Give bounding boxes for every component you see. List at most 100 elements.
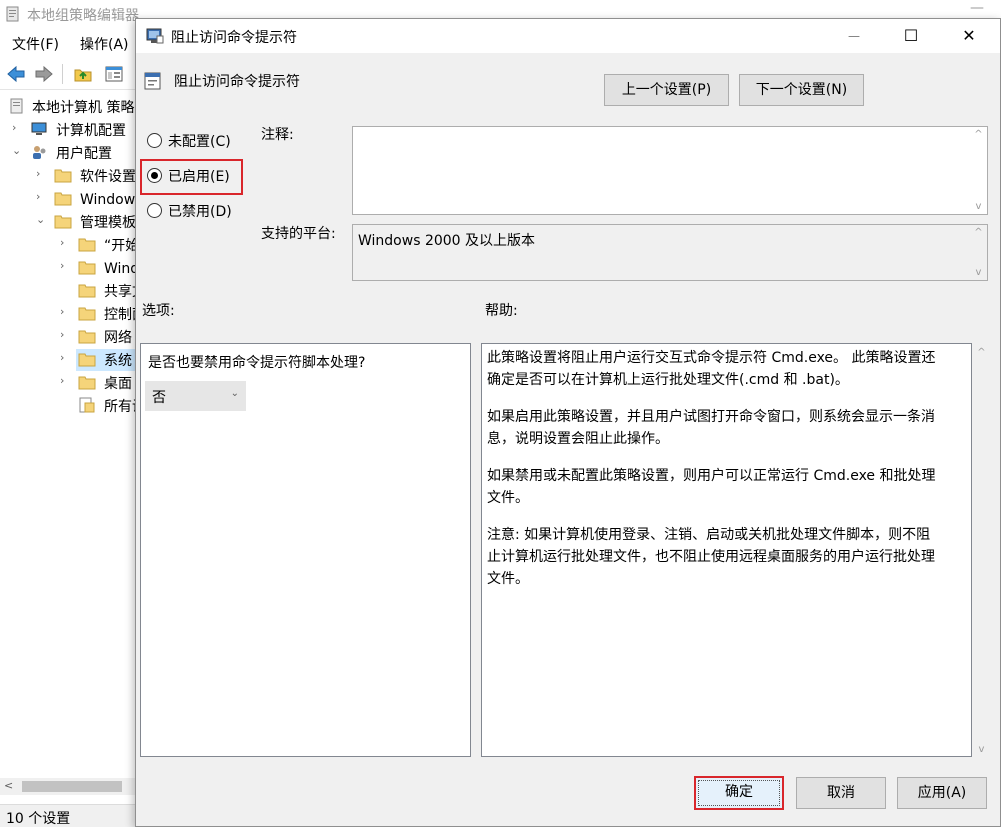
chevron-right-icon[interactable]: › bbox=[60, 351, 72, 364]
help-line: 文件。 bbox=[487, 490, 529, 506]
back-arrow-icon[interactable] bbox=[6, 64, 26, 84]
setting-name: 阻止访问命令提示符 bbox=[174, 74, 300, 90]
chevron-right-icon[interactable]: › bbox=[60, 236, 72, 249]
tree-label: 桌面 bbox=[104, 376, 132, 392]
scrollbar-thumb[interactable] bbox=[22, 781, 122, 792]
previous-setting-button[interactable]: 上一个设置(P) bbox=[604, 74, 729, 106]
up-folder-icon[interactable] bbox=[73, 64, 93, 84]
chevron-down-icon[interactable]: ⌄ bbox=[36, 213, 48, 226]
scroll-down-icon[interactable]: v bbox=[970, 267, 987, 278]
help-line: 息，说明设置会阻止此操作。 bbox=[487, 431, 669, 447]
radio-disabled[interactable]: 已禁用(D) bbox=[147, 200, 247, 222]
tree-item-desktop[interactable]: › 桌面 bbox=[0, 372, 136, 394]
status-text: 10 个设置 bbox=[6, 811, 71, 827]
tree-item-all-settings[interactable]: 所有设置 bbox=[0, 395, 136, 417]
tree-item-windows-components[interactable]: › Windows 组件 bbox=[0, 257, 136, 279]
tree-item-start-menu[interactable]: › “开始”菜单和任务栏 bbox=[0, 234, 136, 256]
tree-item-system[interactable]: › 系统 bbox=[0, 349, 136, 371]
forward-arrow-icon[interactable] bbox=[34, 64, 54, 84]
chevron-right-icon[interactable]: › bbox=[60, 328, 72, 341]
radio-enabled[interactable]: 已启用(E) bbox=[147, 165, 239, 187]
tree-item-admin-templates[interactable]: ⌄ 管理模板 bbox=[0, 211, 136, 233]
chevron-right-icon[interactable]: › bbox=[60, 374, 72, 387]
tree-label: “开始”菜单和任务栏 bbox=[104, 238, 136, 254]
comment-label: 注释: bbox=[261, 127, 294, 143]
tree-item-user-config[interactable]: ⌄ 用户配置 bbox=[0, 142, 136, 164]
tree-item-control-panel[interactable]: › 控制面板 bbox=[0, 303, 136, 325]
policy-document-icon bbox=[10, 98, 23, 114]
supported-platform-value: Windows 2000 及以上版本 bbox=[358, 233, 536, 249]
editor-title: 本地组策略编辑器 bbox=[27, 8, 139, 24]
radio-selected-dot bbox=[151, 172, 158, 179]
scroll-left-icon[interactable]: < bbox=[4, 779, 13, 792]
radio-label: 已启用(E) bbox=[168, 169, 230, 185]
tree-label: 用户配置 bbox=[56, 146, 112, 162]
tree-item-network[interactable]: › 网络 bbox=[0, 326, 136, 348]
menu-action[interactable]: 操作(A) bbox=[80, 34, 129, 54]
help-line: 如果启用此策略设置，并且用户试图打开命令窗口，则系统会显示一条消 bbox=[487, 409, 935, 425]
radio-not-configured[interactable]: 未配置(C) bbox=[147, 130, 247, 152]
chevron-right-icon[interactable]: › bbox=[60, 305, 72, 318]
show-hide-tree-icon[interactable] bbox=[104, 64, 124, 84]
policy-setting-icon bbox=[146, 28, 164, 44]
maximize-button[interactable]: ☐ bbox=[888, 19, 934, 53]
chevron-right-icon[interactable]: › bbox=[36, 167, 48, 180]
help-line: 确定是否可以在计算机上运行批处理文件(.cmd 和 .bat)。 bbox=[487, 372, 849, 388]
tree-label: 计算机配置 bbox=[56, 123, 126, 139]
users-icon bbox=[33, 146, 46, 159]
tree-item-computer-config[interactable]: › 计算机配置 bbox=[0, 119, 136, 141]
computer-icon bbox=[31, 122, 47, 135]
tree-label: 所有设置 bbox=[104, 399, 136, 415]
chevron-down-icon[interactable]: ⌄ bbox=[231, 388, 239, 399]
help-label: 帮助: bbox=[485, 303, 518, 319]
chevron-right-icon[interactable]: › bbox=[36, 190, 48, 203]
tree-item-local-computer-policy[interactable]: 本地计算机 策略 bbox=[0, 96, 136, 118]
help-line: 注意: 如果计算机使用登录、注销、启动或关机批处理文件脚本，则不阻 bbox=[487, 527, 931, 543]
next-setting-button[interactable]: 下一个设置(N) bbox=[739, 74, 864, 106]
chevron-right-icon[interactable]: › bbox=[12, 121, 24, 134]
tree-label: 管理模板 bbox=[80, 215, 136, 231]
policy-tree: 本地计算机 策略 › 计算机配置 ⌄ 用户配置 › 软件设置 › Windows… bbox=[0, 92, 136, 778]
supported-platform-box: Windows 2000 及以上版本 ^ v bbox=[352, 224, 988, 281]
tree-item-software-settings[interactable]: › 软件设置 bbox=[0, 165, 136, 187]
cancel-button[interactable]: 取消 bbox=[796, 777, 886, 809]
tree-label: 本地计算机 策略 bbox=[32, 100, 135, 116]
script-processing-dropdown[interactable]: 否 ⌄ bbox=[145, 381, 246, 411]
scroll-down-icon[interactable]: v bbox=[970, 201, 987, 212]
folder-icon bbox=[54, 169, 72, 183]
apply-button[interactable]: 应用(A) bbox=[897, 777, 987, 809]
radio-label: 已禁用(D) bbox=[168, 204, 232, 220]
help-scrollbar[interactable]: ^ v bbox=[973, 343, 990, 757]
menu-file[interactable]: 文件(F) bbox=[12, 34, 59, 54]
scroll-up-icon[interactable]: ^ bbox=[970, 227, 987, 238]
comment-scrollbar[interactable]: ^ v bbox=[970, 127, 987, 214]
tree-label: Windows 设置 bbox=[80, 192, 136, 208]
comment-textbox[interactable]: ^ v bbox=[352, 126, 988, 215]
option-question: 是否也要禁用命令提示符脚本处理? bbox=[148, 355, 366, 371]
tree-item-shared-folders[interactable]: 共享文件夹 bbox=[0, 280, 136, 302]
editor-minimize-button[interactable]: — bbox=[962, 0, 992, 20]
supported-platform-label: 支持的平台: bbox=[261, 226, 336, 242]
folder-icon bbox=[78, 353, 96, 367]
platform-scrollbar[interactable]: ^ v bbox=[970, 225, 987, 280]
folder-icon bbox=[54, 192, 72, 206]
chevron-right-icon[interactable]: › bbox=[60, 259, 72, 272]
scroll-up-icon[interactable]: ^ bbox=[973, 347, 990, 358]
close-button[interactable]: ✕ bbox=[946, 19, 992, 53]
ok-button[interactable]: 确定 bbox=[694, 776, 784, 810]
options-label: 选项: bbox=[142, 303, 175, 319]
help-line: 文件。 bbox=[487, 571, 529, 587]
radio-circle[interactable] bbox=[147, 203, 162, 218]
scroll-up-icon[interactable]: ^ bbox=[970, 129, 987, 140]
chevron-down-icon[interactable]: ⌄ bbox=[12, 144, 24, 157]
minimize-button[interactable]: — bbox=[831, 19, 877, 53]
dialog-titlebar: 阻止访问命令提示符 — ☐ ✕ bbox=[136, 19, 1000, 53]
radio-circle[interactable] bbox=[147, 168, 162, 183]
radio-circle[interactable] bbox=[147, 133, 162, 148]
scroll-down-icon[interactable]: v bbox=[973, 744, 990, 755]
tree-item-windows-settings[interactable]: › Windows 设置 bbox=[0, 188, 136, 210]
help-paragraph: 如果启用此策略设置，并且用户试图打开命令窗口，则系统会显示一条消 息，说明设置会… bbox=[487, 406, 967, 450]
policy-setting-icon bbox=[144, 72, 161, 90]
help-line: 止计算机运行批处理文件，也不阻止使用远程桌面服务的用户运行批处理 bbox=[487, 549, 935, 565]
tree-horizontal-scrollbar[interactable]: < bbox=[0, 778, 136, 795]
